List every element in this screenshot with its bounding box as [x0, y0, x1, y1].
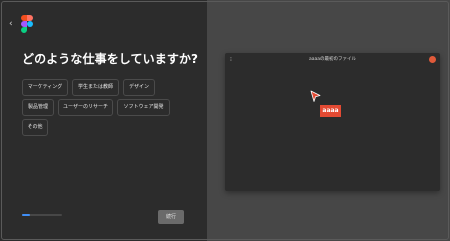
option-product-management[interactable]: 製品管理 [22, 99, 54, 116]
pointer-cursor-icon [310, 90, 321, 102]
preview-file-title: aaaaの最初のファイル [308, 57, 357, 62]
option-other[interactable]: その他 [22, 119, 48, 136]
option-student-teacher[interactable]: 学生または教師 [72, 79, 119, 96]
option-user-research[interactable]: ユーザーのリサーチ [58, 99, 113, 116]
cursor-name-tag: aaaa [320, 105, 341, 117]
progress-bar [22, 214, 62, 216]
option-marketing[interactable]: マーケティング [22, 79, 68, 96]
figma-logo-icon [21, 15, 33, 33]
option-design[interactable]: デザイン [123, 79, 155, 96]
preview-panel: ⁝ aaaaの最初のファイル aaaa [207, 0, 450, 241]
question-heading: どのような仕事をしていますか? [22, 52, 199, 66]
avatar-icon [429, 56, 436, 63]
option-software-development[interactable]: ソフトウェア開発 [117, 99, 170, 116]
chevron-left-icon[interactable]: ‹ [9, 19, 17, 29]
onboarding-panel: ‹ どのような仕事をしていますか? マーケティング 学生または教師 デザイン 製… [0, 0, 207, 241]
file-preview-window: ⁝ aaaaの最初のファイル aaaa [225, 53, 440, 191]
progress-fill [22, 214, 30, 216]
continue-button[interactable]: 続行 [158, 210, 184, 224]
